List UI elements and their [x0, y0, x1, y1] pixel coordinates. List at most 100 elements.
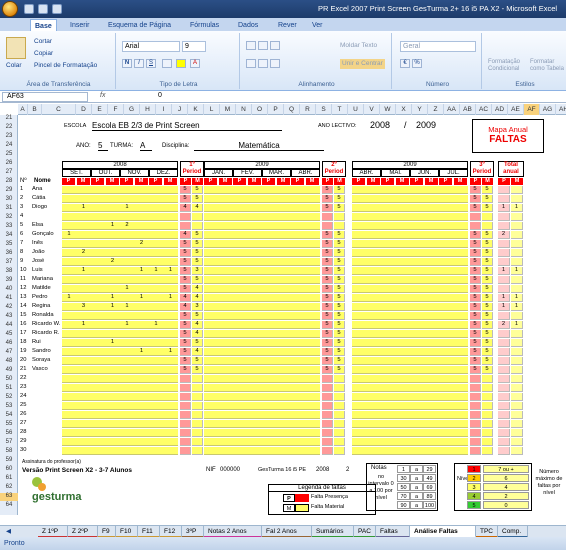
redo-icon[interactable] — [52, 4, 62, 14]
period-total[interactable]: 5 — [180, 330, 191, 338]
column-header[interactable]: S — [316, 104, 332, 115]
annual-total[interactable] — [498, 258, 510, 266]
absence-value[interactable]: 2 — [77, 249, 91, 257]
period-total[interactable]: 5 — [482, 231, 493, 239]
annual-total[interactable] — [511, 222, 523, 230]
period-total[interactable]: 5 — [192, 258, 203, 266]
annual-total[interactable] — [498, 249, 510, 257]
period-total[interactable]: 5 — [180, 285, 191, 293]
period-total[interactable] — [470, 213, 481, 221]
period-total[interactable]: 5 — [334, 285, 345, 293]
annual-total[interactable]: 1 — [498, 267, 510, 275]
period-total[interactable] — [470, 222, 481, 230]
row-header[interactable]: 41 — [0, 295, 18, 303]
number-format-select[interactable]: Geral — [400, 41, 476, 52]
column-header[interactable]: O — [252, 104, 268, 115]
period-total[interactable] — [192, 384, 203, 392]
period-total[interactable]: 4 — [180, 294, 191, 302]
period-total[interactable]: 5 — [482, 258, 493, 266]
period-total[interactable]: 5 — [482, 204, 493, 212]
period-total[interactable]: 4 — [192, 348, 203, 356]
column-header[interactable]: AB — [460, 104, 476, 115]
row-header[interactable]: 45 — [0, 331, 18, 339]
row-header[interactable]: 44 — [0, 322, 18, 330]
row-header[interactable]: 29 — [0, 187, 18, 195]
period-total[interactable]: 5 — [482, 285, 493, 293]
period-total[interactable]: 5 — [192, 240, 203, 248]
fill-color-icon[interactable] — [176, 59, 186, 68]
annual-total[interactable] — [511, 330, 523, 338]
period-total[interactable] — [180, 402, 191, 410]
annual-total[interactable] — [511, 366, 523, 374]
annual-total[interactable] — [511, 312, 523, 320]
format-painter-button[interactable]: Pincel de Formatação — [34, 61, 97, 71]
period-total[interactable] — [192, 222, 203, 230]
column-header[interactable]: Y — [412, 104, 428, 115]
period-total[interactable]: 4 — [180, 204, 191, 212]
period-total[interactable] — [470, 438, 481, 446]
absence-value[interactable]: 2 — [135, 240, 149, 248]
period-total[interactable]: 5 — [470, 348, 481, 356]
period-total[interactable]: 5 — [334, 249, 345, 257]
column-header[interactable]: J — [172, 104, 188, 115]
period-total[interactable]: 5 — [180, 258, 191, 266]
name-box[interactable]: AF63 — [2, 92, 88, 102]
column-header[interactable]: B — [28, 104, 42, 115]
row-header[interactable]: 59 — [0, 457, 18, 465]
column-header[interactable]: AE — [508, 104, 524, 115]
absence-value[interactable]: 2 — [120, 222, 134, 230]
period-total[interactable] — [482, 429, 493, 437]
column-header[interactable]: K — [188, 104, 204, 115]
annual-total[interactable] — [498, 429, 510, 437]
row-header[interactable]: 42 — [0, 304, 18, 312]
period-total[interactable]: 5 — [334, 240, 345, 248]
period-total[interactable]: 5 — [334, 195, 345, 203]
absence-value[interactable]: 1 — [62, 231, 76, 239]
row-header[interactable]: 60 — [0, 466, 18, 474]
annual-total[interactable] — [498, 366, 510, 374]
period-total[interactable]: 5 — [334, 204, 345, 212]
period-total[interactable]: 5 — [322, 240, 333, 248]
period-total[interactable]: 5 — [322, 366, 333, 374]
row-header[interactable]: 40 — [0, 286, 18, 294]
period-total[interactable] — [322, 402, 333, 410]
period-total[interactable]: 5 — [482, 195, 493, 203]
period-total[interactable] — [322, 384, 333, 392]
annual-total[interactable] — [511, 375, 523, 383]
period-total[interactable]: 5 — [322, 339, 333, 347]
period-total[interactable] — [334, 375, 345, 383]
period-total[interactable] — [180, 429, 191, 437]
absence-value[interactable]: 1 — [77, 267, 91, 275]
column-header[interactable]: H — [140, 104, 156, 115]
period-total[interactable]: 5 — [322, 267, 333, 275]
absence-value[interactable]: 2 — [106, 258, 120, 266]
period-total[interactable] — [334, 411, 345, 419]
absence-value[interactable]: 1 — [62, 294, 76, 302]
column-header[interactable]: AD — [492, 104, 508, 115]
annual-total[interactable] — [511, 402, 523, 410]
period-total[interactable]: 5 — [470, 258, 481, 266]
period-total[interactable]: 4 — [192, 294, 203, 302]
period-total[interactable]: 5 — [482, 330, 493, 338]
annual-total[interactable] — [511, 240, 523, 248]
absence-value[interactable]: 1 — [106, 294, 120, 302]
column-header[interactable]: D — [76, 104, 92, 115]
annual-total[interactable]: 1 — [498, 204, 510, 212]
annual-total[interactable] — [511, 357, 523, 365]
period-total[interactable] — [180, 384, 191, 392]
period-total[interactable] — [470, 384, 481, 392]
italic-icon[interactable]: I — [134, 59, 144, 68]
period-total[interactable] — [482, 402, 493, 410]
row-header[interactable]: 46 — [0, 340, 18, 348]
period-total[interactable]: 5 — [470, 231, 481, 239]
font-size-select[interactable]: 9 — [182, 41, 206, 52]
annual-total[interactable] — [511, 393, 523, 401]
absence-value[interactable]: 1 — [120, 321, 134, 329]
undo-icon[interactable] — [38, 4, 48, 14]
annual-total[interactable] — [498, 222, 510, 230]
row-header[interactable]: 56 — [0, 430, 18, 438]
annual-total[interactable] — [511, 348, 523, 356]
row-header[interactable]: 37 — [0, 259, 18, 267]
annual-total[interactable] — [511, 276, 523, 284]
period-total[interactable] — [192, 429, 203, 437]
